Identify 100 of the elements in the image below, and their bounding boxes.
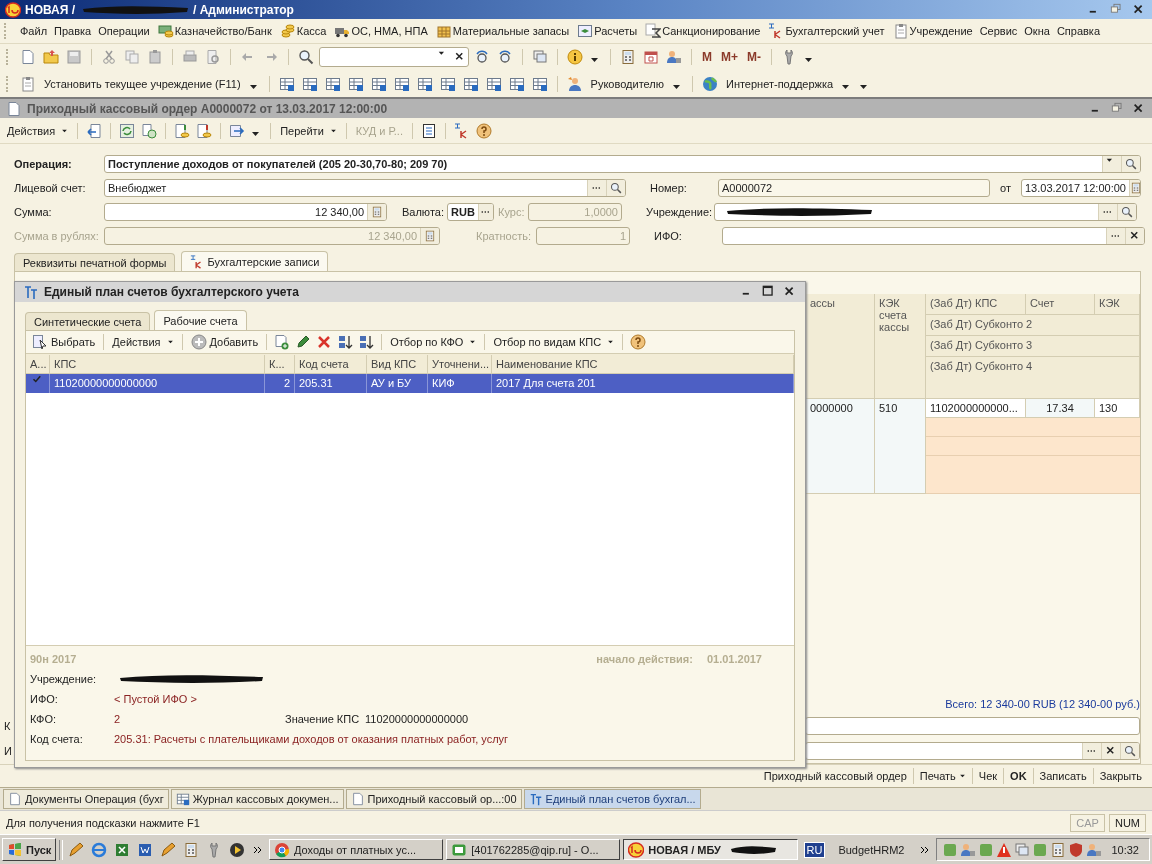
new-document-icon[interactable]	[20, 49, 36, 65]
clipboard-icon[interactable]	[20, 75, 36, 92]
list-icon[interactable]	[420, 122, 437, 139]
menu-item[interactable]: Сервис	[979, 25, 1018, 37]
table-icon[interactable]	[531, 75, 548, 92]
search-button[interactable]	[606, 180, 625, 196]
caret-icon[interactable]	[804, 57, 813, 63]
browser-icon[interactable]	[274, 841, 291, 858]
caret-icon[interactable]	[251, 130, 261, 137]
find-next-icon[interactable]	[474, 49, 490, 65]
date-field[interactable]: 13.03.2017 12:00:00	[1021, 179, 1141, 197]
search-button[interactable]	[1121, 156, 1140, 172]
tray-icon[interactable]	[1086, 841, 1103, 858]
caret-icon[interactable]	[329, 128, 337, 133]
globe-icon[interactable]	[701, 75, 718, 92]
menu-item[interactable]: Справка	[1056, 25, 1101, 37]
table-icon[interactable]	[416, 75, 433, 92]
table-icon[interactable]	[347, 75, 364, 92]
document-arrow-icon[interactable]	[86, 122, 103, 139]
menu-button[interactable]: Отбор по видам КПС	[490, 334, 618, 350]
window-tab[interactable]: Единый план счетов бухгал...	[523, 789, 701, 809]
document-coins-icon[interactable]	[196, 122, 213, 139]
document-icon[interactable]	[350, 792, 365, 806]
search-button[interactable]	[1120, 742, 1139, 759]
search-button[interactable]	[1117, 204, 1136, 220]
menu-item[interactable]: Расчеты	[594, 25, 638, 37]
clear-button[interactable]	[1101, 742, 1120, 759]
delete-icon[interactable]	[316, 334, 333, 350]
panel-icon[interactable]	[577, 23, 594, 39]
documents-icon[interactable]	[141, 122, 158, 139]
table-icon[interactable]	[508, 75, 525, 92]
window-tab[interactable]: Документы Операция (бухг	[3, 789, 169, 809]
search-field[interactable]	[319, 47, 469, 67]
menu-button[interactable]: Отбор по КФО	[387, 334, 480, 350]
column-header[interactable]: Код счета	[295, 354, 367, 373]
calculator-icon[interactable]	[620, 49, 636, 65]
menu-item[interactable]: Операции	[98, 25, 150, 37]
word-processor-icon[interactable]	[137, 841, 154, 858]
chevron-icon[interactable]	[921, 845, 930, 854]
caret-icon[interactable]	[166, 340, 174, 344]
spreadsheet-icon[interactable]	[114, 841, 131, 858]
menu-button[interactable]: Действия	[109, 334, 177, 350]
search-icon[interactable]	[1125, 158, 1137, 170]
maximize-button[interactable]	[762, 285, 776, 299]
find-previous-icon[interactable]	[497, 49, 513, 65]
toolbar-button[interactable]: Руководителю	[587, 77, 667, 90]
caret-icon[interactable]	[469, 340, 477, 344]
number-field[interactable]: А0000072	[718, 179, 990, 197]
menu-button[interactable]: Перейти	[277, 122, 340, 139]
info-icon[interactable]	[567, 49, 583, 65]
person-icon[interactable]	[566, 75, 583, 92]
coins-icon[interactable]	[157, 23, 174, 39]
caret-icon[interactable]	[590, 57, 599, 63]
table-icon[interactable]	[370, 75, 387, 92]
tab[interactable]: Синтетические счета	[25, 312, 151, 330]
document-arrow-icon[interactable]	[229, 122, 246, 139]
search-icon[interactable]	[298, 49, 314, 65]
caret-icon[interactable]	[607, 340, 615, 344]
account-field[interactable]: Внебюджет	[104, 179, 626, 197]
menu-item[interactable]: Файл	[20, 25, 48, 37]
caret-icon[interactable]	[61, 128, 69, 133]
sum-field[interactable]: 12 340,00	[104, 203, 387, 221]
search-icon[interactable]	[1124, 744, 1136, 757]
close-icon[interactable]	[1105, 744, 1117, 757]
tray-icon[interactable]	[996, 841, 1013, 858]
clear-button[interactable]	[1125, 228, 1144, 244]
plus-icon[interactable]	[190, 334, 207, 350]
clipboard-icon[interactable]	[892, 23, 909, 39]
table-row[interactable]: 11020000000000000 2 205.31 АУ и БУ КИФ 2017 Для счета 201	[26, 374, 794, 393]
tray-icon[interactable]	[1050, 841, 1067, 858]
table-icon[interactable]	[278, 75, 295, 92]
user-lock-icon[interactable]	[666, 49, 682, 65]
table-icon[interactable]	[462, 75, 479, 92]
menu-button[interactable]: Действия	[4, 122, 72, 139]
search-icon[interactable]	[610, 182, 622, 194]
column-header[interactable]: А...	[26, 354, 50, 373]
menu-item[interactable]: Материальные запасы	[452, 25, 570, 37]
sort-ascending-icon[interactable]	[337, 334, 354, 350]
currency-field[interactable]: RUB	[447, 203, 494, 221]
table-icon[interactable]	[175, 792, 190, 806]
taskbar-button[interactable]: Доходы от платных ус...	[269, 839, 444, 860]
footer-button[interactable]: Чек	[976, 770, 1000, 782]
caret-icon[interactable]	[958, 774, 966, 778]
table-icon[interactable]	[324, 75, 341, 92]
ifo-field[interactable]	[722, 227, 1145, 245]
media-player-icon[interactable]	[229, 841, 246, 858]
memory-button[interactable]: M+	[718, 50, 741, 64]
clear-icon[interactable]	[454, 51, 466, 63]
app-logo-icon[interactable]	[628, 841, 645, 858]
search-icon[interactable]	[1121, 206, 1133, 218]
menu-item[interactable]: ОС, НМА, НПА	[351, 25, 428, 37]
tab[interactable]: Рабочие счета	[154, 310, 247, 330]
memory-button[interactable]: M	[699, 50, 715, 64]
institution-field[interactable]	[714, 203, 1137, 221]
pencil-icon[interactable]	[160, 841, 177, 858]
calculator-icon[interactable]	[371, 206, 383, 218]
menu-item[interactable]: Учреждение	[909, 25, 973, 37]
menu-item[interactable]: Казначейство/Банк	[174, 25, 272, 37]
table-icon[interactable]	[439, 75, 456, 92]
column-header[interactable]: К...	[265, 354, 295, 373]
